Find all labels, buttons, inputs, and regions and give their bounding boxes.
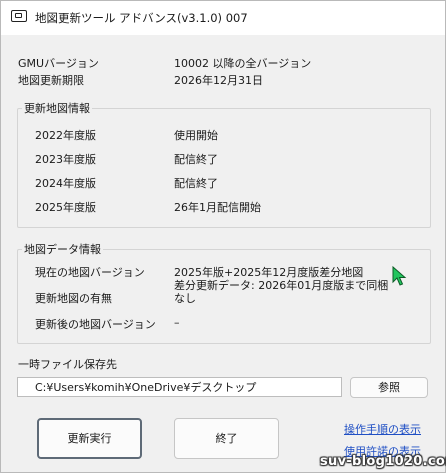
year-2024-status: 配信終了	[174, 177, 218, 190]
year-2022-status: 使用開始	[174, 129, 218, 142]
update-availability-label: 更新地図の有無	[35, 292, 112, 305]
window-title: 地図更新ツール アドバンス(v3.1.0) 007	[35, 11, 248, 25]
mouse-cursor-icon	[392, 266, 407, 286]
temp-folder-path-field[interactable]	[17, 377, 342, 397]
title-bar[interactable]: 地図更新ツール アドバンス(v3.1.0) 007	[1, 1, 445, 35]
gmu-version-label: GMUバージョン	[18, 57, 99, 70]
end-button[interactable]: 終了	[174, 418, 279, 459]
year-2023-status: 配信終了	[174, 153, 218, 166]
after-update-version-label: 更新後の地図バージョン	[35, 318, 156, 331]
current-map-version-line2: 差分更新データ: 2026年01月度版まで同梱	[174, 279, 389, 292]
update-map-info-title: 更新地図情報	[22, 100, 92, 116]
app-icon	[11, 10, 27, 22]
browse-button[interactable]: 参照	[350, 377, 428, 398]
year-2025-label: 2025年度版	[35, 201, 96, 214]
year-2024-label: 2024年度版	[35, 177, 96, 190]
after-update-version-value: –	[174, 316, 180, 329]
year-2025-status: 26年1月配信開始	[174, 201, 261, 214]
watermark-text: suv-blog1020.com	[320, 454, 446, 469]
temp-folder-label: 一時ファイル保存先	[18, 358, 117, 371]
current-map-version-label: 現在の地図バージョン	[35, 266, 145, 279]
gmu-version-value: 10002 以降の全バージョン	[174, 57, 312, 70]
app-window: 地図更新ツール アドバンス(v3.1.0) 007 GMUバージョン 10002…	[0, 0, 446, 473]
update-deadline-label: 地図更新期限	[18, 74, 84, 87]
year-2022-label: 2022年度版	[35, 129, 96, 142]
run-update-button[interactable]: 更新実行	[37, 418, 142, 459]
update-deadline-value: 2026年12月31日	[174, 74, 263, 87]
map-data-info-title: 地図データ情報	[22, 241, 103, 257]
update-availability-value: なし	[174, 292, 196, 305]
show-procedure-link[interactable]: 操作手順の表示	[344, 421, 421, 437]
year-2023-label: 2023年度版	[35, 153, 96, 166]
